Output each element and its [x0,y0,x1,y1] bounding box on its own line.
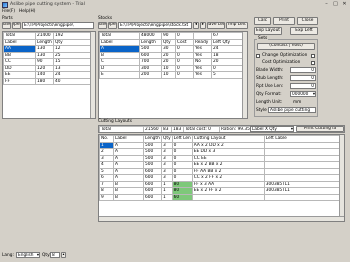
cell[interactable]: 60 [171,193,193,201]
parts-header-cell: Length [35,38,54,46]
qty-format-select[interactable]: 000000 ▾ [290,91,316,97]
cell[interactable]: B [113,193,144,201]
cell[interactable]: 180 [35,77,54,85]
style-input[interactable]: Aslibe pipe cutting [268,107,316,113]
lang-label: Lang: [2,253,14,258]
stocks-save-button[interactable]: Save [98,22,107,29]
calc-button[interactable]: Calc [254,17,271,25]
table-row[interactable]: 9 B 600 1 60 [99,193,341,201]
sets-legend: Sets [257,36,269,41]
cutting-table-panel: No. Label Length Qty Left Len Cutting La… [98,134,345,222]
qty-stepper[interactable]: ▴ [61,252,66,258]
close-window-button[interactable]: ✕ [341,1,348,7]
qty-format-value: 000000 [292,91,309,97]
title-bar: Aslibe pipe cutting system - Trial – □ ✕ [0,0,350,9]
menu-file[interactable]: File(F) [2,9,15,15]
cell[interactable]: 600 [143,193,162,201]
cutting-scrollbar-vertical[interactable] [339,135,344,217]
cell[interactable] [263,193,341,201]
blade-width-input[interactable]: 0 [290,67,316,73]
length-unit-label: Length Unit: [256,100,283,105]
menu-help[interactable]: Help(H) [19,9,35,15]
stocks-open-button[interactable]: Open [108,22,117,29]
chevron-down-icon: ▾ [36,252,39,258]
change-optimization-checkbox[interactable] [256,54,260,58]
chevron-down-icon: ▾ [312,91,315,97]
stocks-table-panel: Total 48000 90 0 67 Label Length Qty Cos… [98,31,248,119]
stocks-table: Total 48000 90 0 67 Label Length Qty Cos… [99,32,243,79]
stocks-prev-button[interactable]: ◂ [193,22,199,29]
print-cutting-layout-button[interactable]: Print Cutting la [296,126,344,132]
cutting-layouts-label: Cutting Layouts [98,119,132,124]
exp-left-button[interactable]: Exp Left [290,27,318,35]
cutting-table: No. Label Length Qty Left Len Cutting La… [99,135,341,201]
maximize-button[interactable]: □ [332,1,339,7]
save-left-button[interactable]: Save Left [207,22,225,29]
cell: 21560 [143,126,162,132]
cell[interactable]: 10 [161,71,176,79]
parts-label: Parts [2,16,13,21]
lang-value: English [18,252,34,258]
cell: 183 [171,126,184,132]
exp-layout-button[interactable]: Exp Layout [254,27,282,35]
cell: Qty [161,135,173,143]
cell[interactable]: Yes [193,71,212,79]
cell[interactable]: E [99,71,140,79]
qty-format-label: Qty Format: [256,92,282,97]
blade-width-label: Blade Width: [256,68,284,73]
change-optimization-toggle[interactable] [311,54,315,58]
cell[interactable]: 5 [211,71,243,79]
stocks-path-field[interactable]: E:\TP\Projects\engpipe\stock.txt [118,22,192,29]
cell[interactable]: 0 [175,71,194,79]
layout-format-dropdown[interactable]: Label X Qty ▾ [250,126,294,132]
cutting-scrollbar-horizontal[interactable] [99,216,344,221]
cell[interactable]: 9 [99,193,114,201]
parts-path-field[interactable]: E:\TP\Projects\engpipe\ [22,22,94,29]
cell[interactable] [191,193,265,201]
cell: Total [99,126,144,132]
print-button[interactable]: Print [273,17,295,25]
rpt-use-label: Rpt Use Len: [256,84,284,89]
length-unit-value: mm [293,100,302,105]
change-optimization-label: Change Optimization [262,53,308,58]
cell: 83 [161,126,172,132]
imp-left-button[interactable]: Imp Left [226,22,248,29]
cell: Length [143,135,162,143]
lang-select[interactable]: English ▾ [16,252,40,258]
parts-table: Total 21400 192 Label Length Qty AA 130 … [3,32,91,85]
cost-optimization-label: Cost Optimization [262,60,301,65]
qty-input[interactable]: 8 [50,252,60,258]
stocks-label: Stocks [98,16,113,21]
window-title: Aslibe pipe cutting system - Trial [10,2,85,7]
table-row[interactable]: E 200 10 0 Yes 5 [99,71,243,79]
cell[interactable]: 200 [139,71,162,79]
stub-length-input[interactable]: 0 [290,75,316,81]
stocks-scrollbar[interactable] [242,32,247,118]
stocks-next-button[interactable]: ▸ [200,22,206,29]
stub-length-label: Stub Length: [256,76,284,81]
contact-button[interactable]: (Contact | host) [257,43,315,50]
cell[interactable]: 1 [161,193,173,201]
parts-save-button[interactable]: Save [2,22,11,29]
parts-table-panel: Total 21400 192 Label Length Qty AA 130 … [2,31,96,119]
chevron-down-icon: ▾ [290,126,293,132]
layout-format-value: Label X Qty [252,126,277,132]
cutting-summary-table: Total 21560 83 183 Total cost: 0 Ration:… [99,126,259,132]
parts-open-button[interactable]: Open [12,22,21,29]
close-button[interactable]: Close [297,17,318,25]
rpt-use-input[interactable]: 0 [290,83,316,89]
cell: Left Len [171,135,193,143]
cutting-summary-row: Total 21560 83 183 Total cost: 0 Ration:… [99,126,259,132]
table-row[interactable]: FF 180 40 [3,77,91,85]
menu-bar: File(F) Help(H) [0,9,350,15]
cell[interactable]: 40 [53,77,91,85]
minimize-button[interactable]: – [323,1,330,7]
parts-scrollbar[interactable] [90,32,95,118]
app-icon [2,1,8,8]
cost-optimization-checkbox[interactable] [311,61,315,65]
cell[interactable]: FF [3,77,36,85]
cell: Total cost: 0 [183,126,220,132]
style-label: Style [256,108,267,113]
